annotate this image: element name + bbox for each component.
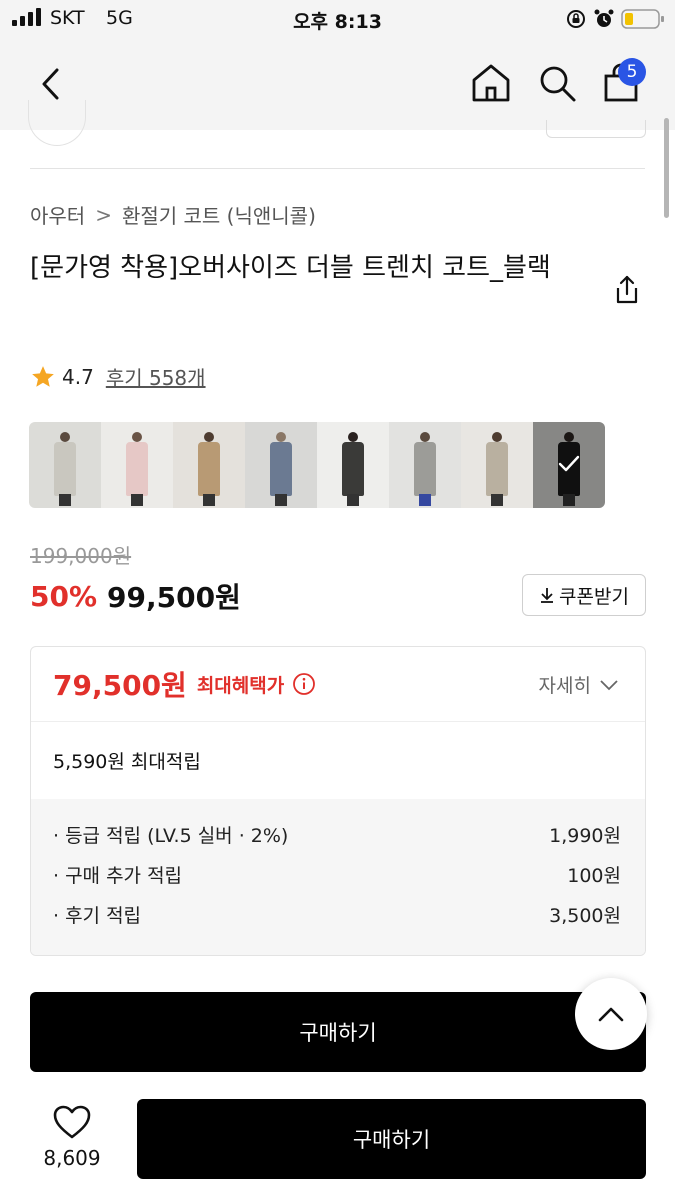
- sale-price: 99,500원: [107, 581, 241, 614]
- buy-button[interactable]: 구매하기: [30, 992, 646, 1072]
- breadcrumb-separator: >: [95, 202, 112, 227]
- breadcrumb-subcategory[interactable]: 환절기 코트 (닉앤니콜): [122, 200, 316, 229]
- top-nav-bar: [0, 40, 675, 130]
- chevron-down-icon: [600, 679, 618, 690]
- breadcrumb: 아우터 > 환절기 코트 (닉앤니콜): [30, 200, 316, 229]
- thumbnail-option[interactable]: [461, 422, 533, 508]
- like-button[interactable]: 8,609: [30, 1100, 114, 1180]
- coupon-button[interactable]: 쿠폰받기: [522, 574, 646, 616]
- reviews-link[interactable]: 후기 558개: [106, 362, 206, 391]
- coupon-label: 쿠폰받기: [559, 585, 629, 608]
- battery-icon: [621, 9, 664, 29]
- chevron-up-icon: [598, 1007, 624, 1022]
- max-benefit-price: 79,500원: [53, 669, 187, 702]
- heart-icon: [53, 1105, 91, 1139]
- product-title: [문가영 착용]오버사이즈 더블 트렌치 코트_블랙: [30, 253, 551, 283]
- benefit-panel: 79,500원 최대혜택가 자세히 5,590원 최대적립 · 등급 적립 (L…: [30, 646, 646, 956]
- thumbnail-option[interactable]: [389, 422, 461, 508]
- max-benefit-label: 최대혜택가: [196, 674, 285, 697]
- points-total: 5,590원 최대적립: [53, 751, 201, 773]
- points-item-value: 100원: [567, 865, 621, 887]
- breadcrumb-category[interactable]: 아우터: [30, 200, 85, 229]
- discount-rate: 50%: [30, 579, 98, 613]
- points-item-label: · 후기 적립: [53, 905, 142, 927]
- points-item-value: 1,990원: [549, 825, 621, 847]
- status-icons: [565, 7, 665, 31]
- cart-count-badge: 5: [618, 58, 646, 86]
- rating-row: 4.7 후기 558개: [30, 362, 206, 391]
- points-item-label: · 등급 적립 (LV.5 실버 · 2%): [53, 825, 289, 847]
- detail-label: 자세히: [538, 675, 591, 697]
- star-icon: [32, 365, 54, 387]
- search-icon[interactable]: [534, 60, 580, 106]
- follow-button-partial: [546, 120, 646, 138]
- price-row: 50% 99,500원: [30, 576, 241, 616]
- rating-score: 4.7: [62, 364, 94, 389]
- home-icon[interactable]: [468, 60, 514, 106]
- scroll-to-top-button[interactable]: [575, 978, 647, 1050]
- divider: [30, 168, 645, 169]
- points-item: · 후기 적립 3,500원: [53, 901, 621, 941]
- thumbnail-option[interactable]: [245, 422, 317, 508]
- color-thumbnails: [29, 422, 605, 508]
- points-item-value: 3,500원: [549, 905, 621, 927]
- status-bar: SKT 5G 오후 8:13: [0, 0, 675, 40]
- thumbnail-option[interactable]: [173, 422, 245, 508]
- points-breakdown: · 등급 적립 (LV.5 실버 · 2%) 1,990원 · 구매 추가 적립…: [31, 799, 645, 955]
- points-item: · 등급 적립 (LV.5 실버 · 2%) 1,990원: [53, 821, 621, 861]
- thumbnail-option[interactable]: [317, 422, 389, 508]
- download-icon: [541, 588, 554, 603]
- points-item: · 구매 추가 적립 100원: [53, 861, 621, 901]
- points-item-label: · 구매 추가 적립: [53, 865, 183, 887]
- brand-logo-partial: [28, 100, 86, 146]
- original-price: 199,000원: [30, 544, 132, 568]
- checkmark-icon: [558, 455, 580, 472]
- info-icon[interactable]: [292, 672, 316, 696]
- thumbnail-option-selected[interactable]: [533, 422, 605, 508]
- bottom-buy-button[interactable]: 구매하기: [137, 1099, 646, 1179]
- max-benefit-row: 79,500원 최대혜택가 자세히: [31, 647, 645, 722]
- like-count: 8,609: [43, 1146, 101, 1170]
- thumbnail-option[interactable]: [29, 422, 101, 508]
- alarm-icon: [594, 9, 614, 27]
- thumbnail-option[interactable]: [101, 422, 173, 508]
- rotation-lock-icon: [567, 10, 585, 28]
- scrollbar[interactable]: [664, 118, 669, 218]
- share-icon[interactable]: [612, 274, 642, 306]
- detail-toggle[interactable]: 자세히: [539, 671, 619, 698]
